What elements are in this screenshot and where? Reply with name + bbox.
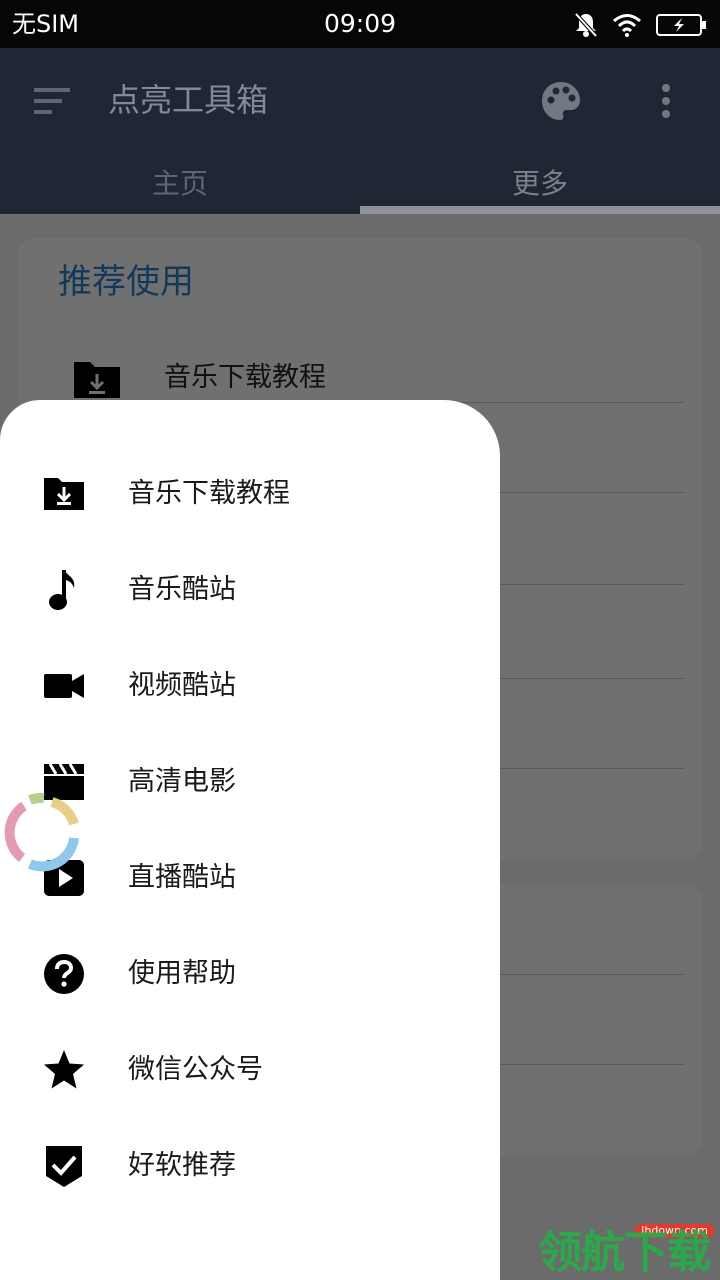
more-vert-icon[interactable] — [656, 82, 676, 122]
drawer-item-label: 直播酷站 — [128, 862, 236, 893]
drawer-item-label: 视频酷站 — [128, 670, 236, 701]
bell-off-icon — [574, 12, 598, 38]
tab-more[interactable]: 更多 — [360, 164, 720, 204]
card-title: 推荐使用 — [58, 262, 194, 302]
star-icon — [44, 1050, 84, 1089]
list-item[interactable]: 音乐下载教程 — [18, 322, 702, 412]
drawer-item-label: 音乐酷站 — [128, 574, 236, 605]
drawer-item-help[interactable]: 使用帮助 — [0, 928, 500, 1024]
drawer-item-label: 音乐下载教程 — [128, 478, 290, 509]
tab-home[interactable]: 主页 — [0, 164, 360, 204]
list-item-label: 音乐下载教程 — [164, 362, 326, 393]
videocam-icon — [44, 674, 84, 698]
drawer-item-label: 好软推荐 — [128, 1150, 236, 1181]
verified-shield-icon — [46, 1146, 82, 1187]
menu-icon[interactable] — [34, 86, 74, 116]
palette-icon[interactable] — [540, 80, 582, 122]
status-icons — [574, 10, 708, 40]
app-bar: 点亮工具箱 主页 更多 — [0, 48, 720, 214]
wifi-icon — [613, 14, 641, 37]
tab-indicator — [360, 206, 720, 214]
folder-download-icon — [74, 362, 120, 398]
drawer-item-label: 高清电影 — [128, 766, 236, 797]
drawer-item-wechat-account[interactable]: 微信公众号 — [0, 1024, 500, 1120]
drawer-item-label: 使用帮助 — [128, 958, 236, 989]
help-icon — [44, 954, 84, 994]
watermark-logo: lhdown.com 领航下载 — [538, 1222, 718, 1280]
drawer-item-label: 微信公众号 — [128, 1054, 263, 1085]
watermark-text: 领航下载 — [538, 1227, 711, 1278]
drawer-item-software-recommend[interactable]: 好软推荐 — [0, 1120, 500, 1216]
drawer-item-music-sites[interactable]: 音乐酷站 — [0, 544, 500, 640]
status-bar: 无SIM 09:09 — [0, 0, 720, 48]
battery-charging-icon — [656, 14, 706, 36]
app-title: 点亮工具箱 — [108, 81, 269, 119]
drawer-item-video-sites[interactable]: 视频酷站 — [0, 640, 500, 736]
loading-spinner-icon — [4, 792, 79, 872]
music-note-icon — [49, 570, 75, 610]
drawer-item-music-tutorial[interactable]: 音乐下载教程 — [0, 448, 500, 544]
folder-download-icon — [44, 478, 84, 510]
